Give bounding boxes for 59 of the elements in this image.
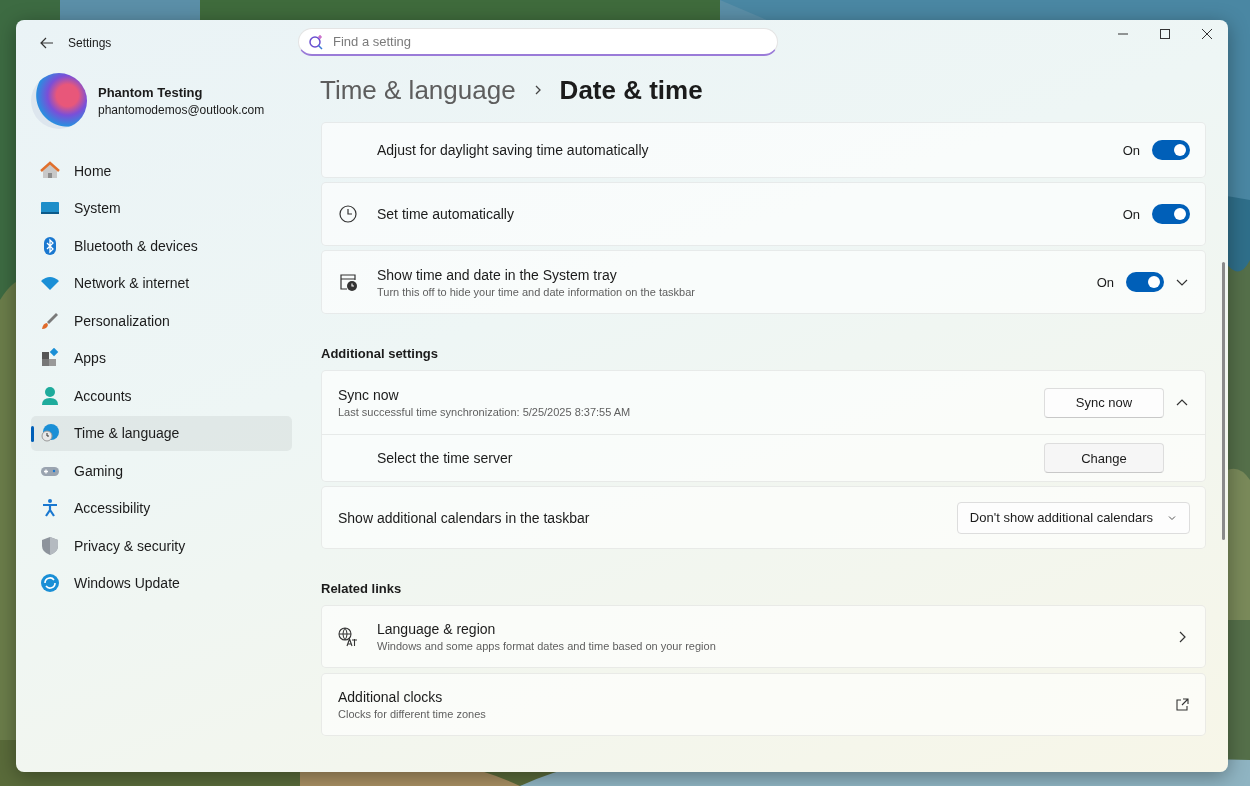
link-card[interactable]: Language & region Windows and some apps format dates and time based on your region <box>321 605 1206 668</box>
nav-item[interactable]: Time & language <box>31 415 292 451</box>
setting-description: Last successful time synchronization: 5/25/2025 8:37:55 AM <box>338 406 632 418</box>
setting-label: Show time and date in the System tray <box>377 266 618 283</box>
toggle-state: On <box>1122 142 1140 158</box>
scrollbar[interactable] <box>1222 262 1225 540</box>
person-icon <box>40 385 60 406</box>
setting-description: Windows and some apps format dates and time based on your region <box>377 640 717 652</box>
setting-description: Turn this off to hide your time and date information on the taskbar <box>377 285 696 298</box>
breadcrumb-link[interactable]: Time & language <box>320 72 516 108</box>
brush-icon <box>40 310 60 331</box>
section-heading: Additional settings <box>321 345 439 363</box>
calendar-clock-icon <box>338 272 358 292</box>
setting-label: Set time automatically <box>377 206 515 222</box>
nav-item[interactable]: Accessibility <box>31 490 292 526</box>
nav-item[interactable]: System <box>31 190 292 226</box>
nav-item[interactable]: Personalization <box>31 303 292 338</box>
external-link-icon <box>1174 696 1190 713</box>
section-heading: Related links <box>321 580 403 598</box>
toggle-switch[interactable] <box>1126 272 1164 292</box>
apps-icon <box>40 348 60 368</box>
home-icon <box>40 160 60 181</box>
change-button[interactable]: Change <box>1044 443 1164 473</box>
setting-description: Clocks for different time zones <box>338 708 487 720</box>
globe-clock-icon <box>40 423 60 443</box>
clock-icon <box>338 204 358 224</box>
link-card[interactable]: Additional clocks Clocks for different time zones <box>321 673 1206 736</box>
setting-label: Additional clocks <box>338 689 444 705</box>
language-icon <box>338 626 358 647</box>
window-title: Settings <box>68 36 112 50</box>
page-title: Date & time <box>559 74 703 107</box>
account-email: phantomodemos@outlook.com <box>98 103 265 117</box>
nav-item[interactable]: Accounts <box>31 378 292 413</box>
nav-item[interactable]: Home <box>31 153 292 188</box>
setting-label: Sync now <box>338 387 400 403</box>
account-name: Phantom Testing <box>98 85 204 100</box>
toggle-state: On <box>1096 274 1114 290</box>
accessibility-icon <box>40 498 60 518</box>
search-field[interactable]: Find a setting <box>298 28 778 56</box>
avatar[interactable] <box>31 73 87 129</box>
toggle-state: On <box>1122 206 1140 222</box>
setting-label: Show additional calendars in the taskbar <box>338 509 591 526</box>
nav-item[interactable]: Network & internet <box>31 265 292 301</box>
calendar-dropdown[interactable]: Don't show additional calendars <box>956 501 1190 534</box>
update-icon <box>40 573 60 593</box>
nav-item[interactable]: Windows Update <box>31 565 292 601</box>
nav-item[interactable]: Apps <box>31 340 292 376</box>
setting-label: Adjust for daylight saving time automatically <box>377 142 650 158</box>
shield-icon <box>40 535 60 556</box>
setting-label: Select the time server <box>377 450 514 466</box>
nav-item[interactable]: Gaming <box>31 453 292 488</box>
nav-item[interactable]: Privacy & security <box>31 528 292 563</box>
back-arrow-icon[interactable] <box>40 36 54 50</box>
toggle-switch[interactable] <box>1152 204 1190 224</box>
setting-label: Language & region <box>377 621 497 637</box>
nav-item[interactable]: Bluetooth & devices <box>31 228 292 263</box>
search-icon <box>308 34 324 50</box>
sync-button[interactable]: Sync now <box>1044 387 1164 418</box>
toggle-switch[interactable] <box>1152 140 1190 160</box>
